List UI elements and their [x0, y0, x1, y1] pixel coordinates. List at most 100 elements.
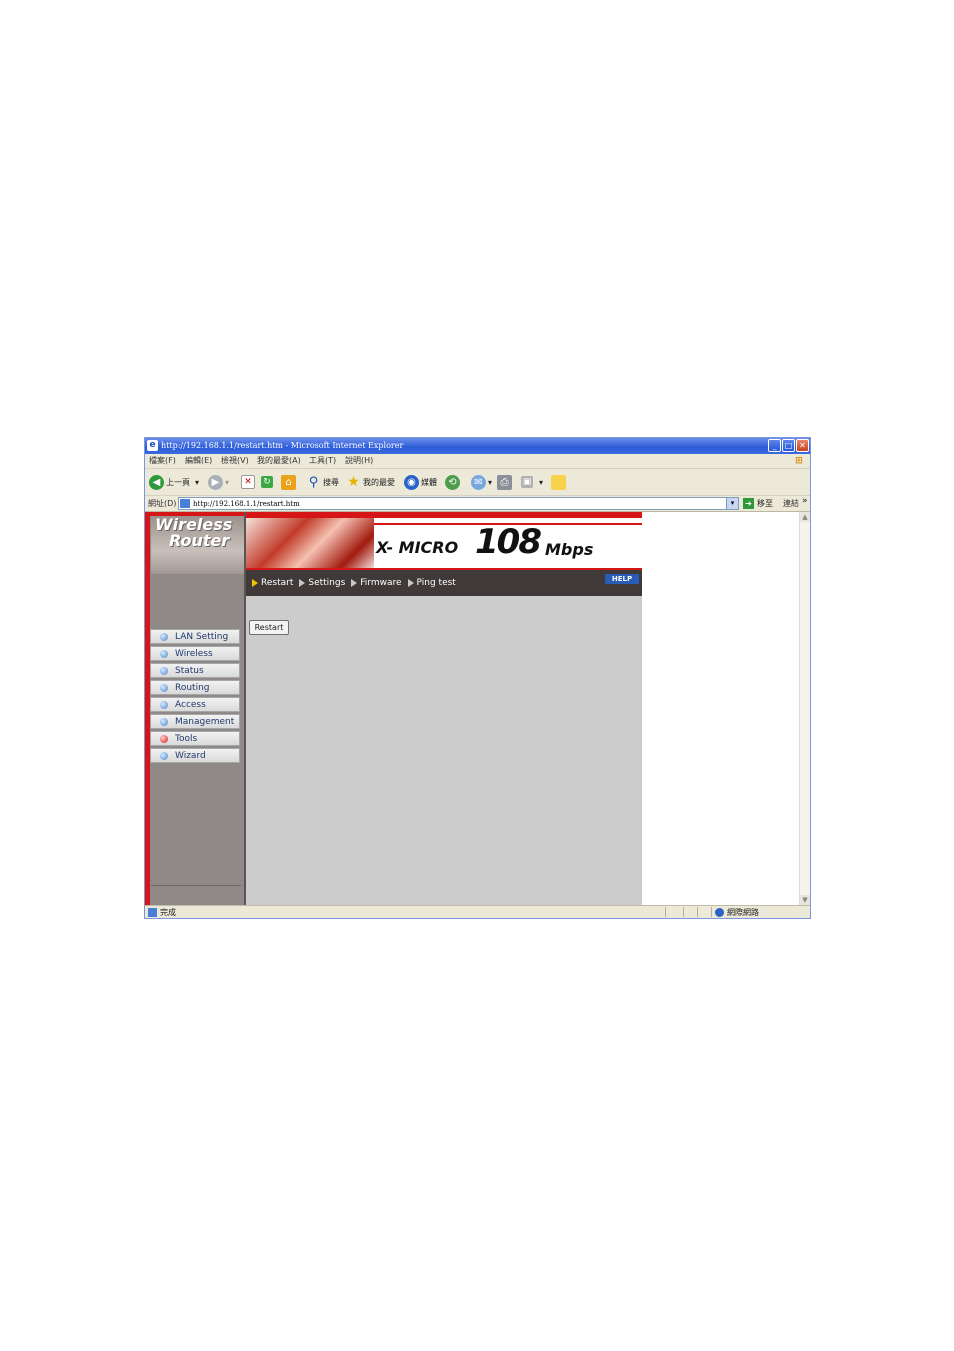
nav-label: LAN Setting	[175, 631, 229, 642]
restart-button[interactable]: Restart	[249, 620, 289, 635]
status-divider	[697, 907, 698, 917]
nav-item-management[interactable]: Management	[150, 714, 240, 729]
minimize-button[interactable]: _	[768, 439, 781, 452]
media-icon: ◉	[404, 474, 419, 490]
nav-item-status[interactable]: Status	[150, 663, 240, 678]
nav-item-wireless[interactable]: Wireless	[150, 646, 240, 661]
home-icon: ⌂	[281, 474, 296, 490]
back-button[interactable]: ◀ 上一頁 ▾	[149, 473, 199, 491]
messenger-button[interactable]	[551, 473, 568, 491]
page-content: Wireless Router LAN Setting Wireless Sta…	[145, 512, 810, 905]
edit-icon: ▣	[521, 476, 533, 488]
maximize-button[interactable]: □	[782, 439, 795, 452]
menu-file[interactable]: 檔案(F)	[149, 455, 176, 467]
links-button[interactable]: 連結	[783, 498, 799, 509]
zone-text: 網際網路	[727, 908, 759, 917]
menu-bar: 檔案(F) 編輯(E) 檢視(V) 我的最愛(A) 工具(T) 說明(H) ⊞	[145, 454, 810, 469]
subnav-settings[interactable]: Settings	[299, 578, 345, 588]
windows-logo-icon: ⊞	[795, 456, 803, 466]
edit-dropdown-icon: ▾	[539, 477, 544, 487]
header-banner: X- MICRO 108 Mbps Restart Settings Firmw…	[246, 512, 642, 596]
bullet-icon	[160, 700, 168, 709]
page-icon	[180, 499, 190, 508]
favorites-label: 我的最愛	[363, 477, 395, 487]
history-icon: ⟲	[445, 474, 460, 490]
play-arrow-icon	[252, 579, 258, 587]
mail-dropdown-icon: ▾	[488, 477, 493, 487]
subnav-ping-test[interactable]: Ping test	[407, 578, 456, 588]
search-label: 搜尋	[323, 477, 339, 487]
title-bar[interactable]: e http://192.168.1.1/restart.htm - Micro…	[145, 438, 810, 454]
mail-button[interactable]: ✉ ▾	[471, 473, 492, 491]
go-button[interactable]: ➔ 移至	[743, 498, 773, 509]
history-button[interactable]: ⟲	[445, 473, 462, 491]
nav-item-wizard[interactable]: Wizard	[150, 748, 240, 763]
go-label: 移至	[757, 499, 773, 508]
favorites-button[interactable]: ★ 我的最愛	[346, 473, 395, 491]
side-nav: LAN Setting Wireless Status Routing Acce…	[150, 629, 240, 765]
address-url: http://192.168.1.1/restart.htm	[193, 500, 300, 508]
menu-tools[interactable]: 工具(T)	[309, 455, 336, 467]
active-bullet-icon	[160, 734, 168, 743]
stop-button[interactable]: ✕	[241, 473, 257, 491]
window-title: http://192.168.1.1/restart.htm - Microso…	[161, 441, 404, 450]
search-button[interactable]: ⚲ 搜尋	[306, 473, 339, 491]
subnav-label: Restart	[261, 578, 294, 588]
forward-dropdown-icon: ▾	[225, 477, 230, 487]
address-bar: 網址(D) http://192.168.1.1/restart.htm ▾ ➔…	[145, 496, 810, 512]
nav-item-tools[interactable]: Tools	[150, 731, 240, 746]
subnav-label: Settings	[308, 578, 346, 588]
forward-button[interactable]: ▶ ▾	[208, 473, 229, 491]
help-button[interactable]: HELP	[605, 574, 639, 584]
globe-icon	[715, 908, 724, 917]
status-text: 完成	[160, 908, 176, 917]
nav-item-access[interactable]: Access	[150, 697, 240, 712]
status-divider	[665, 907, 666, 917]
star-icon: ★	[347, 473, 360, 490]
menu-edit[interactable]: 編輯(E)	[185, 455, 212, 467]
back-arrow-icon: ◀	[149, 474, 164, 490]
back-dropdown-icon: ▾	[195, 477, 200, 487]
vertical-scrollbar[interactable]: ▲ ▼	[799, 512, 810, 905]
stop-icon: ✕	[241, 475, 255, 489]
bullet-icon	[160, 683, 168, 692]
nav-item-lan-setting[interactable]: LAN Setting	[150, 629, 240, 644]
status-divider	[683, 907, 684, 917]
bullet-icon	[160, 649, 168, 658]
close-button[interactable]: ✕	[796, 439, 809, 452]
banner-art	[246, 518, 374, 570]
note-icon	[551, 474, 566, 490]
print-button[interactable]: ⎙	[497, 473, 514, 491]
back-label: 上一頁	[166, 477, 190, 487]
main-panel: Restart	[246, 596, 642, 905]
media-button[interactable]: ◉ 媒體	[404, 473, 437, 491]
subnav-firmware[interactable]: Firmware	[351, 578, 402, 588]
status-divider	[711, 907, 712, 917]
subnav-restart[interactable]: Restart	[252, 578, 293, 588]
nav-label: Access	[175, 699, 206, 710]
menu-help[interactable]: 說明(H)	[345, 455, 373, 467]
status-bar: 完成 網際網路	[145, 905, 810, 918]
mail-icon: ✉	[471, 474, 486, 490]
home-button[interactable]: ⌂	[281, 473, 298, 491]
menu-favorites[interactable]: 我的最愛(A)	[257, 455, 301, 467]
refresh-button[interactable]: ↻	[261, 473, 275, 491]
menu-view[interactable]: 檢視(V)	[221, 455, 249, 467]
nav-label: Routing	[175, 682, 210, 693]
nav-label: Status	[175, 665, 204, 676]
search-icon: ⚲	[308, 474, 319, 490]
bullet-icon	[160, 632, 168, 641]
subnav-label: Ping test	[416, 578, 456, 588]
toolbar-overflow-icon[interactable]: »	[802, 496, 808, 506]
address-dropdown-icon[interactable]: ▾	[726, 498, 738, 509]
address-label: 網址(D)	[148, 499, 177, 508]
nav-item-routing[interactable]: Routing	[150, 680, 240, 695]
scroll-up-icon[interactable]: ▲	[800, 512, 810, 522]
bullet-icon	[160, 717, 168, 726]
edit-button[interactable]: ▣ ▾	[521, 473, 543, 491]
nav-label: Wizard	[175, 750, 206, 761]
brand-line-2: Router	[169, 531, 230, 550]
nav-divider	[151, 885, 241, 886]
scroll-down-icon[interactable]: ▼	[800, 895, 810, 905]
address-input[interactable]: http://192.168.1.1/restart.htm ▾	[178, 497, 739, 510]
